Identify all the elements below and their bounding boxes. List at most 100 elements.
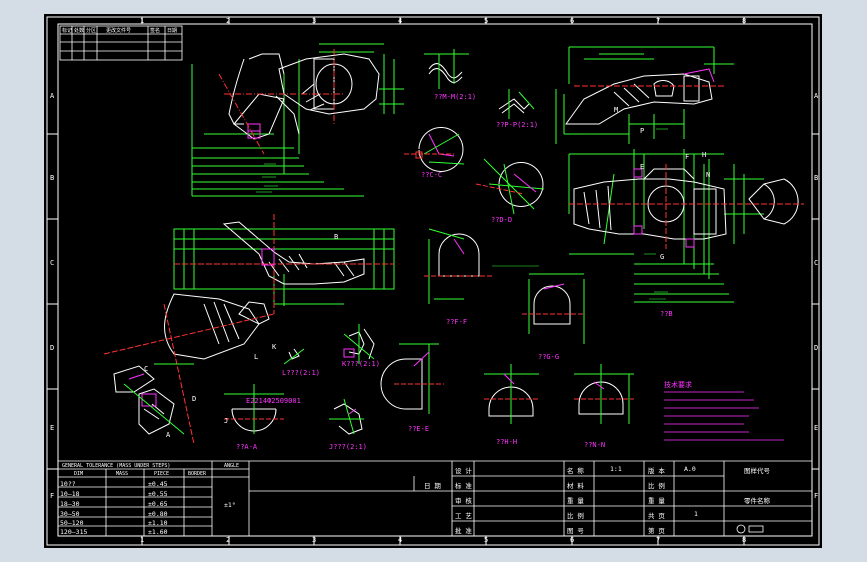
label-m-detail: ??M-M(2:1) [434,93,477,101]
company-label: 图样代号 [744,467,770,475]
label-d-section: ??D-D [491,216,513,224]
tol-range-4: 30–50 [60,510,80,518]
zone-right-a: A [814,92,819,100]
callout-g: G [660,253,665,261]
label-k-detail: K???(2:1) [342,360,380,368]
tol-header: GENERAL TOLERANCE (MASS UNDER STEPS) [62,463,171,469]
zone-bottom-2: 2 [226,536,231,544]
drawing-canvas[interactable]: 1 2 3 4 5 6 7 8 1 2 3 4 5 6 7 8 A B C D … [44,14,822,548]
rev-header-mark: 标记 [62,28,73,34]
label-l-detail: L???(2:1) [282,369,320,377]
notes-title: 技术要求 [664,381,692,389]
callout-d: D [192,395,197,403]
callout-e: E [640,163,645,171]
section-e-e [380,343,444,414]
right-value-1: A.0 [684,465,696,473]
label-a-view: ??A-A [236,443,258,451]
zone-right-e: E [814,424,819,432]
section-g [522,273,585,344]
view-bottom-left [103,293,275,445]
tol-value-4: ±0.80 [148,510,168,518]
tol-range-6: 120–315 [60,528,88,536]
tol-col-mass: MASS [116,471,129,477]
callout-m: M [614,106,619,114]
callout-k: K [272,343,277,351]
view-top-right [555,46,734,144]
callout-b: B [334,233,339,241]
section-c [404,127,465,172]
tol-angle-label: ANGLE [224,463,240,469]
rev-header-count: 处数 [74,28,85,34]
zone-right-c: C [814,259,819,267]
cad-viewport-backdrop: 1 2 3 4 5 6 7 8 1 2 3 4 5 6 7 8 A B C D … [0,0,867,562]
rev-header-date: 日期 [167,28,178,34]
mid-value-1: 1:1 [610,465,622,473]
view-top-left [191,43,404,197]
sign-row-1: 设 计 [455,467,472,475]
sign-row-3: 审 核 [455,497,472,505]
zone-top-8: 8 [742,17,747,25]
label-c-section: ??C-C [421,171,443,179]
view-b [568,149,804,303]
tol-value-3: ±0.65 [148,500,168,508]
tol-col-border: BORDER [188,471,207,477]
zone-bottom-1: 1 [140,536,145,544]
zone-top-3: 3 [312,17,317,25]
tol-range-3: 18–30 [60,500,80,508]
label-h-section: ??H-H [496,438,518,446]
right-label-1: 版 本 [648,467,665,475]
notes-lines [664,391,784,441]
callout-l: L [254,353,259,361]
zone-right-d: D [814,344,819,352]
section-h [484,364,539,424]
label-p-detail: ??P-P(2:1) [496,121,539,129]
callout-c: C [144,365,149,373]
view-a [224,384,284,434]
mid-label-2: 材 料 [567,482,584,490]
zone-left-c: C [50,259,55,267]
rev-header-zone: 分区 [86,28,97,34]
tol-angle-value: ±1° [224,501,236,509]
zone-bottom-5: 5 [484,536,489,544]
callout-h: H [702,151,707,159]
zone-bottom-4: 4 [398,536,403,544]
callout-j: J [224,417,229,425]
tol-col-dim: DIM [74,471,84,477]
date-label: 日 期 [424,482,441,490]
zone-right-f: F [814,492,819,500]
callout-f: F [685,153,690,161]
right-label-5: 第 页 [648,527,665,535]
zone-left-f: F [50,492,55,500]
detail-l [283,348,305,365]
right-label-4: 共 页 [648,512,665,520]
section-n [574,364,634,424]
zone-left-a: A [50,92,55,100]
zone-bottom-8: 8 [742,536,747,544]
tol-value-2: ±0.55 [148,490,168,498]
title-block-lines [58,460,812,536]
section-d [475,158,545,215]
zone-right-b: B [814,174,819,182]
zone-top-1: 1 [140,17,145,25]
zone-top-2: 2 [226,17,231,25]
view-mid-left [173,214,395,314]
detail-j [329,398,364,435]
tol-value-1: ±0.45 [148,480,168,488]
tol-value-5: ±1.10 [148,519,168,527]
label-n-section: ??N-N [584,441,606,449]
tol-value-6: ±1.60 [148,528,168,536]
section-e [424,228,494,304]
spec-callout: E2214Ф2509001 [246,397,301,405]
zone-top-7: 7 [656,17,661,25]
zone-left-d: D [50,344,55,352]
sign-row-2: 标 准 [455,482,472,490]
zone-top-4: 4 [398,17,403,25]
label-j-detail: J???(2:1) [329,443,367,451]
detail-p [498,89,535,119]
tol-range-5: 50–120 [60,519,84,527]
label-g-section: ??G-G [538,353,560,361]
tol-range-1: 10?? [60,480,76,488]
right-label-2: 比 例 [648,482,665,490]
part-label: 零件名称 [744,497,770,505]
label-b-view: ??B [660,310,673,318]
